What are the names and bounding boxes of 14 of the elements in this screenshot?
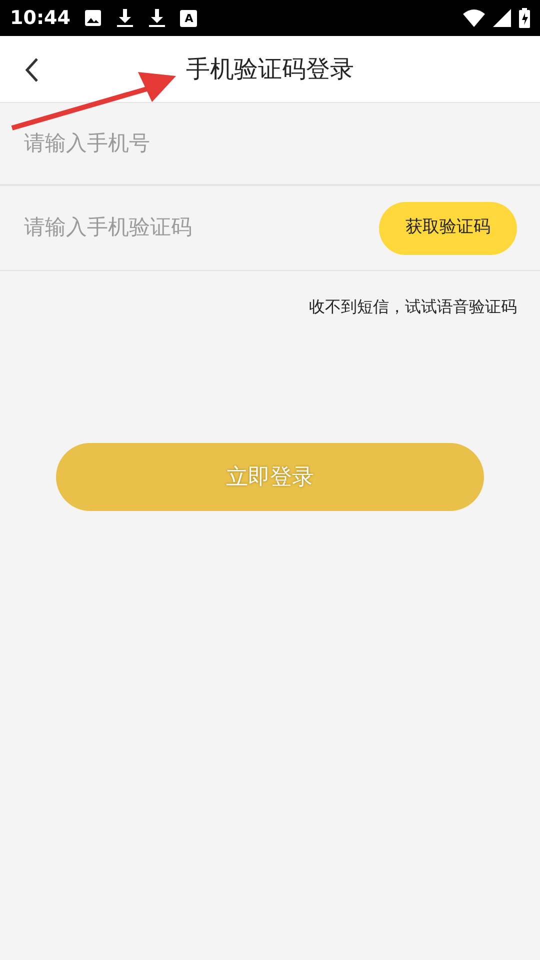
code-input[interactable]: 请输入手机验证码 xyxy=(24,212,379,244)
voice-code-link[interactable]: 收不到短信，试试语音验证码 xyxy=(309,295,517,319)
battery-icon xyxy=(519,8,530,28)
back-icon xyxy=(25,57,39,83)
phone-input[interactable]: 请输入手机号 xyxy=(24,128,516,160)
wifi-icon xyxy=(463,9,485,27)
page-title: 手机验证码登录 xyxy=(186,54,354,85)
get-code-button[interactable]: 获取验证码 xyxy=(379,202,517,254)
download-icon xyxy=(116,8,134,28)
notification-icon: A xyxy=(180,10,198,26)
download-icon xyxy=(148,8,166,28)
clock: 10:44 xyxy=(10,6,70,31)
signal-icon xyxy=(493,9,511,27)
image-icon xyxy=(84,9,102,27)
